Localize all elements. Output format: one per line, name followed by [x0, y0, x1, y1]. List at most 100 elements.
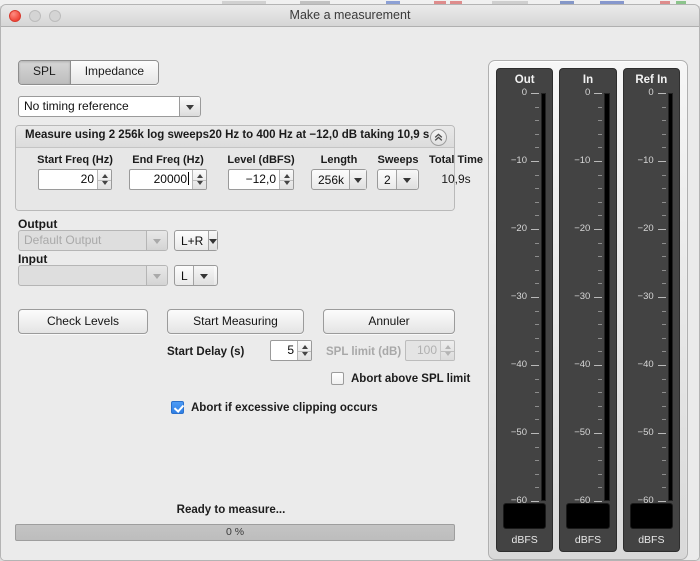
length-select[interactable]: 256k — [311, 169, 367, 190]
end-freq-stepper[interactable] — [192, 170, 206, 189]
meter-tick-minor — [661, 473, 666, 475]
meter-tick-minor — [661, 201, 666, 203]
input-label: Input — [18, 252, 48, 266]
chevron-down-icon — [146, 266, 167, 285]
abort-if-clipping-label: Abort if excessive clipping occurs — [191, 401, 378, 414]
abort-above-spl-limit-checkbox[interactable]: Abort above SPL limit — [331, 372, 470, 385]
start-freq-group: Start Freq (Hz) 20 — [30, 154, 120, 190]
meter-tick-mark — [657, 297, 666, 298]
dialog-body: SPL Impedance No timing reference Measur… — [1, 27, 699, 560]
meter-tick-minor — [535, 473, 539, 475]
end-freq-input[interactable]: 20000 — [129, 169, 207, 190]
abort-if-clipping-checkbox[interactable]: Abort if excessive clipping occurs — [171, 401, 378, 414]
meter-tick-mark — [531, 501, 539, 502]
meter-tick-mark — [594, 160, 603, 162]
timing-reference-select[interactable]: No timing reference — [18, 96, 201, 117]
meter-tick-label: −40 — [510, 358, 527, 370]
input-channel-value: L — [181, 268, 188, 283]
cancel-button[interactable]: Annuler — [323, 309, 455, 334]
spl-limit-field: 100 — [405, 340, 455, 361]
meter-tick-minor — [661, 147, 666, 149]
meter-in-readout — [566, 503, 610, 529]
meter-tick-minor — [598, 487, 603, 489]
title-bar: Make a measurement — [1, 5, 699, 27]
level-input[interactable]: −12,0 — [228, 169, 294, 190]
timing-reference-value: No timing reference — [24, 99, 129, 113]
chevron-down-icon — [208, 231, 217, 250]
start-freq-label: Start Freq (Hz) — [37, 154, 113, 166]
checkbox-box[interactable] — [331, 372, 344, 385]
meter-tick-major: −20 — [628, 223, 666, 234]
measurement-mode-tabs: SPL Impedance — [18, 60, 160, 85]
start-freq-input[interactable]: 20 — [38, 169, 112, 190]
chevron-down-icon — [146, 231, 167, 250]
start-measuring-button[interactable]: Start Measuring — [167, 309, 304, 334]
output-label: Output — [18, 217, 58, 231]
meter-tick-mark — [594, 433, 603, 434]
input-device-select[interactable] — [18, 265, 168, 286]
meter-tick-label: 0 — [521, 87, 527, 98]
measure-parameters: Start Freq (Hz) 20 End Freq (Hz) 20000 L… — [16, 148, 483, 210]
meter-ref-in-bar — [667, 93, 673, 501]
start-delay-value: 5 — [287, 343, 294, 357]
meter-tick-label: −20 — [637, 222, 654, 234]
measure-settings-group: Measure using 2 256k log sweeps20 Hz to … — [15, 125, 483, 211]
checkbox-box[interactable] — [171, 401, 184, 414]
meter-tick-minor — [661, 351, 666, 353]
meter-tick-minor — [535, 351, 539, 353]
chevron-down-icon — [395, 170, 417, 189]
meter-tick-minor — [598, 324, 603, 326]
output-device-value: Default Output — [24, 233, 102, 247]
meter-tick-mark — [531, 228, 539, 230]
check-levels-button[interactable]: Check Levels — [18, 309, 148, 334]
input-channel-select[interactable]: L — [174, 265, 218, 286]
meter-tick-minor — [535, 242, 539, 244]
text-caret — [188, 172, 189, 185]
meter-in-unit: dBFS — [574, 534, 602, 546]
chevron-double-up-icon[interactable] — [430, 129, 447, 146]
meter-tick-mark — [657, 433, 666, 434]
meter-tick-mark — [594, 364, 603, 366]
meter-tick-minor — [598, 446, 603, 448]
meter-tick-minor — [535, 215, 539, 217]
meter-tick-major: −20 — [501, 223, 539, 234]
meter-tick-mark — [531, 93, 539, 94]
meter-tick-minor — [535, 310, 539, 312]
output-device-select[interactable]: Default Output — [18, 230, 168, 251]
sweeps-select[interactable]: 2 — [377, 169, 419, 190]
meter-ref-in[interactable]: Ref In 0 −10 −20 −30 −40 −50 −60 dBFS — [622, 68, 680, 552]
meter-tick-label: −20 — [510, 222, 527, 234]
meter-tick-label: 0 — [648, 87, 654, 98]
meter-tick-minor — [535, 487, 539, 489]
meter-tick-mark — [657, 501, 666, 502]
start-freq-stepper[interactable] — [97, 170, 111, 189]
meter-tick-label: −20 — [574, 222, 591, 234]
level-stepper[interactable] — [279, 170, 293, 189]
progress-bar: 0 % — [15, 524, 455, 541]
start-delay-stepper[interactable] — [297, 341, 311, 360]
meter-tick-minor — [661, 487, 666, 489]
meter-tick-major: −20 — [564, 223, 603, 234]
meter-tick-major: −60 — [564, 495, 603, 506]
sweeps-group: Sweeps 2 — [368, 154, 428, 190]
end-freq-group: End Freq (Hz) 20000 — [120, 154, 216, 190]
meter-tick-minor — [535, 392, 539, 394]
settings-panel: SPL Impedance No timing reference Measur… — [1, 27, 483, 560]
meter-out-scale: 0 −10 −20 −30 −40 −50 −60 — [501, 87, 539, 506]
meter-in[interactable]: In 0 −10 −20 −30 −40 −50 −60 dBFS — [559, 68, 617, 552]
meter-out[interactable]: Out 0 −10 −20 −30 −40 −50 −60 dBFS — [496, 68, 554, 552]
tab-impedance[interactable]: Impedance — [70, 61, 159, 84]
meter-tick-major: −60 — [501, 495, 539, 506]
start-delay-field[interactable]: 5 — [270, 340, 312, 361]
meter-tick-minor — [598, 473, 603, 475]
meter-tick-label: −30 — [510, 291, 527, 302]
meter-tick-major: 0 — [501, 87, 539, 98]
meter-tick-minor — [535, 378, 539, 380]
end-freq-label: End Freq (Hz) — [132, 154, 204, 166]
output-channel-select[interactable]: L+R — [174, 230, 218, 251]
length-group: Length 256k — [304, 154, 374, 190]
total-time-label: Total Time — [429, 154, 483, 166]
tab-spl[interactable]: SPL — [19, 61, 71, 84]
meter-tick-mark — [594, 501, 603, 502]
meter-tick-major: 0 — [564, 87, 603, 98]
